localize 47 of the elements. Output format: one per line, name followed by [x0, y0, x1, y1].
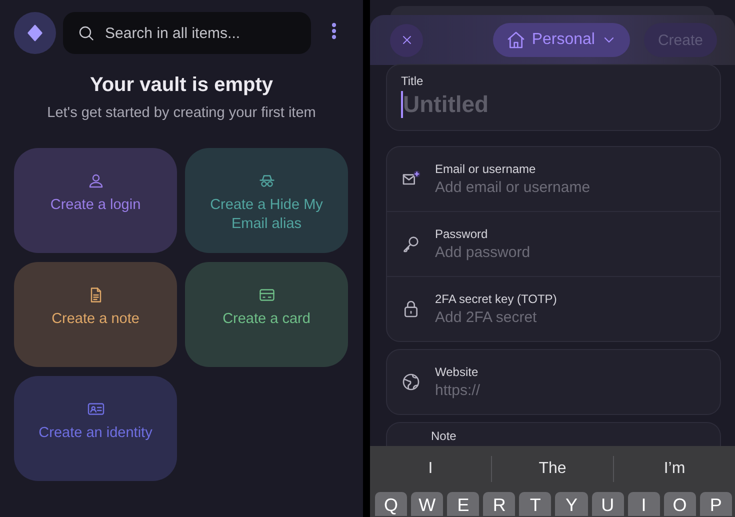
field-label: 2FA secret key (TOTP)	[435, 292, 558, 306]
keyboard-key[interactable]: Y	[555, 492, 588, 516]
keyboard-key[interactable]: I	[628, 492, 660, 516]
close-button[interactable]	[390, 24, 423, 56]
keyboard-key[interactable]: U	[592, 492, 624, 516]
globe-icon	[401, 372, 421, 392]
create-item-tile[interactable]: Create an identity	[14, 376, 177, 481]
word-suggestion[interactable]: I’m	[614, 460, 735, 478]
search-field[interactable]: Search in all items...	[63, 12, 311, 54]
password-input[interactable]: Add password	[435, 244, 695, 261]
create-item-tile[interactable]: Create a card	[185, 262, 348, 367]
empty-vault-title: Your vault is empty	[88, 74, 274, 97]
keyboard-key[interactable]: W	[411, 492, 444, 516]
field-label: Email or username	[435, 162, 537, 176]
create-item-tile[interactable]: Create a note	[14, 262, 177, 367]
incognito-icon	[258, 172, 276, 190]
create-item-tile[interactable]: Create a login	[14, 148, 177, 253]
create-item-tile[interactable]: Create a Hide My Email alias	[185, 148, 348, 253]
search-icon	[77, 24, 95, 42]
key-icon	[401, 234, 421, 254]
field-label: Title	[401, 74, 424, 88]
totp-input[interactable]: Add 2FA secret	[435, 309, 695, 326]
keyboard-key[interactable]: Q	[375, 492, 408, 516]
diamond-logo-icon	[25, 23, 45, 43]
field-label: Note	[431, 429, 458, 443]
word-suggestion[interactable]: I	[370, 460, 491, 478]
keyboard-key[interactable]: T	[519, 492, 552, 516]
title-field[interactable]: Title Untitled	[386, 64, 721, 131]
word-suggestion[interactable]: The	[492, 460, 613, 478]
id-card-icon	[86, 400, 104, 418]
email-input[interactable]: Add email or username	[435, 179, 695, 196]
website-input[interactable]: https://	[435, 382, 695, 399]
app-logo-button[interactable]	[14, 12, 56, 54]
more-menu-icon[interactable]	[332, 22, 336, 40]
credit-card-icon	[258, 286, 276, 304]
field-label: Website	[435, 365, 480, 379]
search-input[interactable]: Search in all items...	[103, 24, 297, 42]
keyboard-key[interactable]: O	[664, 492, 696, 516]
keyboard-key[interactable]: P	[700, 492, 732, 516]
vault-selector[interactable]: Personal	[492, 23, 630, 57]
title-input[interactable]: Untitled	[401, 91, 663, 118]
field-label: Password	[435, 227, 489, 241]
person-icon	[86, 172, 104, 190]
keyboard-key[interactable]: E	[447, 492, 480, 516]
empty-vault-subtitle: Let's get started by creating your first item	[46, 105, 317, 121]
house-icon	[506, 30, 526, 50]
keyboard-key[interactable]: R	[483, 492, 516, 516]
